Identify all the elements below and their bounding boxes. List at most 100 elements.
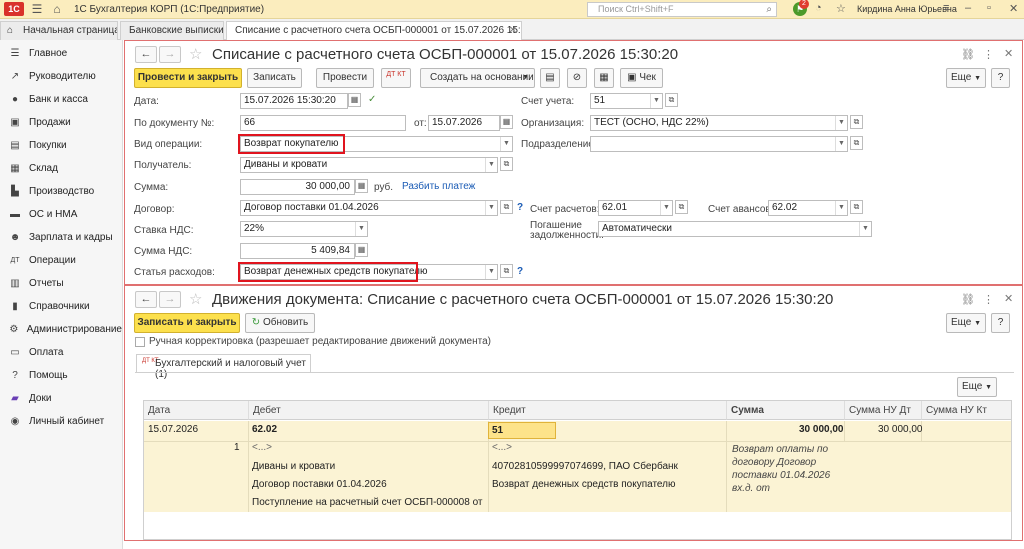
calculator-icon[interactable]: ▦ <box>355 243 368 257</box>
forward-button[interactable]: → <box>159 46 181 63</box>
open-icon[interactable]: ⧉ <box>665 93 678 107</box>
manual-correction-checkbox[interactable] <box>135 337 145 347</box>
sidebar-item-main[interactable]: ☰ Главное <box>0 42 122 65</box>
contract-select[interactable]: Договор поставки 01.04.2026 ▼ <box>240 200 498 216</box>
vat-sum-input[interactable]: 5 409,84 <box>240 243 355 259</box>
open-icon[interactable]: ⧉ <box>675 200 688 214</box>
open-icon[interactable]: ⧉ <box>850 200 863 214</box>
settings-menu-icon[interactable]: ≡ <box>943 2 949 14</box>
sidebar-item-help[interactable]: ? Помощь <box>0 364 122 387</box>
amount-input[interactable]: 30 000,00 <box>240 179 355 195</box>
column-header-date[interactable]: Дата <box>144 401 248 420</box>
calculator-icon[interactable]: ▦ <box>355 179 368 193</box>
open-icon[interactable]: ⧉ <box>500 264 513 278</box>
link-icon[interactable]: ⛓ <box>961 293 975 306</box>
cell-credit-selected[interactable]: 51 <box>488 422 556 439</box>
favorite-star-icon[interactable]: ☆ <box>189 45 202 63</box>
receipt-button[interactable]: ▣ Чек <box>620 68 663 88</box>
calendar-icon[interactable]: ▦ <box>348 93 361 107</box>
search-icon[interactable]: ⌕ <box>766 3 772 16</box>
user-name[interactable]: Кирдина Анна Юрьевна <box>857 4 957 14</box>
chevron-down-icon[interactable]: ▼ <box>485 265 497 279</box>
chevron-down-icon[interactable]: ▼ <box>835 201 847 215</box>
close-icon[interactable]: ✕ <box>1004 292 1013 305</box>
sidebar-item-salary[interactable]: ☻ Зарплата и кадры <box>0 226 122 249</box>
help-icon[interactable]: ? <box>517 202 523 213</box>
vat-rate-select[interactable]: 22% ▼ <box>240 221 368 237</box>
chevron-down-icon[interactable]: ▼ <box>355 222 367 236</box>
close-icon[interactable]: ✕ <box>1009 2 1018 15</box>
sidebar-item-account[interactable]: ◉ Личный кабинет <box>0 410 122 433</box>
sidebar-item-admin[interactable]: ⚙ Администрирование <box>0 318 122 341</box>
from-date-input[interactable]: 15.07.2026 <box>428 115 500 131</box>
post-button[interactable]: Провести <box>316 68 374 88</box>
maximize-icon[interactable]: ▫ <box>987 2 991 14</box>
open-icon[interactable]: ⧉ <box>500 200 513 214</box>
settlement-account-select[interactable]: 62.01 ▼ <box>598 200 673 216</box>
sidebar-item-production[interactable]: ▙ Производство <box>0 180 122 203</box>
sidebar-item-manager[interactable]: ↗ Руководителю <box>0 65 122 88</box>
more-vertical-icon[interactable]: ⋮ <box>983 293 994 306</box>
open-icon[interactable]: ⧉ <box>500 157 513 171</box>
table-more-button[interactable]: Еще ▼ <box>957 377 997 397</box>
column-header-sum[interactable]: Сумма <box>726 401 844 420</box>
print-doc-icon[interactable]: ▦ <box>594 68 614 88</box>
favorite-star-icon[interactable]: ☆ <box>189 290 202 308</box>
doc-number-input[interactable]: 66 <box>240 115 406 131</box>
column-header-sum-nu-dt[interactable]: Сумма НУ Дт <box>844 401 921 420</box>
refresh-button[interactable]: ↻ Обновить <box>245 313 315 333</box>
sidebar-item-references[interactable]: ▮ Справочники <box>0 295 122 318</box>
chevron-down-icon[interactable]: ▼ <box>650 94 662 108</box>
chevron-down-icon[interactable]: ▼ <box>835 116 847 130</box>
help-icon[interactable]: ? <box>517 266 523 277</box>
tab-home[interactable]: ⌂ Начальная страница <box>0 21 118 40</box>
structure-icon[interactable]: ▤ <box>540 68 560 88</box>
attachment-icon[interactable]: ⊘ <box>567 68 587 88</box>
close-icon[interactable]: ✕ <box>509 22 517 40</box>
help-button[interactable]: ? <box>991 68 1010 88</box>
global-search-input[interactable]: Поиск Ctrl+Shift+F ⌕ <box>587 2 777 17</box>
recipient-select[interactable]: Диваны и кровати ▼ <box>240 157 498 173</box>
sidebar-item-docs[interactable]: ▰ Доки <box>0 387 122 410</box>
back-button[interactable]: ← <box>135 291 157 308</box>
column-header-credit[interactable]: Кредит <box>488 401 726 420</box>
chevron-down-icon[interactable]: ▼ <box>500 137 512 151</box>
post-and-close-button[interactable]: Провести и закрыть <box>134 68 242 88</box>
forward-button[interactable]: → <box>159 291 181 308</box>
chevron-down-icon[interactable]: ▼ <box>485 158 497 172</box>
back-button[interactable]: ← <box>135 46 157 63</box>
open-icon[interactable]: ⧉ <box>850 115 863 129</box>
save-and-close-button[interactable]: Записать и закрыть <box>134 313 240 333</box>
sidebar-item-payment[interactable]: ▭ Оплата <box>0 341 122 364</box>
tab-accounting[interactable]: ДТ КТ Бухгалтерский и налоговый учет (1) <box>136 354 311 380</box>
chevron-down-icon[interactable]: ▼ <box>660 201 672 215</box>
tab-bank-statements[interactable]: Банковские выписки <box>120 21 224 40</box>
more-vertical-icon[interactable]: ⋮ <box>983 48 994 61</box>
department-select[interactable]: ▼ <box>590 136 848 152</box>
organization-select[interactable]: ТЕСТ (ОСНО, НДС 22%) ▼ <box>590 115 848 131</box>
open-icon[interactable]: ⧉ <box>850 136 863 150</box>
home-icon[interactable]: ⌂ <box>50 2 64 16</box>
more-button[interactable]: Еще ▼ <box>946 68 986 88</box>
debt-repayment-select[interactable]: Автоматически ▼ <box>598 221 872 237</box>
date-input[interactable]: 15.07.2026 15:30:20 <box>240 93 348 109</box>
split-payment-link[interactable]: Разбить платеж <box>402 181 475 192</box>
sidebar-item-purchases[interactable]: ▤ Покупки <box>0 134 122 157</box>
sidebar-item-sales[interactable]: ▣ Продажи <box>0 111 122 134</box>
sidebar-item-reports[interactable]: ▥ Отчеты <box>0 272 122 295</box>
column-header-debit[interactable]: Дебет <box>248 401 488 420</box>
table-row[interactable]: 15.07.2026 1 62.02 51 30 000,00 30 000,0… <box>144 421 1011 512</box>
tab-document[interactable]: Списание с расчетного счета ОСБП-000001 … <box>226 21 522 40</box>
link-icon[interactable]: ⛓ <box>961 48 975 61</box>
menu-icon[interactable]: ☰ <box>30 2 44 16</box>
help-button[interactable]: ? <box>991 313 1010 333</box>
minimize-icon[interactable]: – <box>965 2 971 14</box>
create-based-on-button[interactable]: Создать на основании ▼ <box>420 68 535 88</box>
history-icon[interactable]: ◔ <box>815 2 822 14</box>
sidebar-item-warehouse[interactable]: ▦ Склад <box>0 157 122 180</box>
account-select[interactable]: 51 ▼ <box>590 93 663 109</box>
sidebar-item-assets[interactable]: ▬ ОС и НМА <box>0 203 122 226</box>
chevron-down-icon[interactable]: ▼ <box>835 137 847 151</box>
favorites-icon[interactable]: ☆ <box>836 2 846 15</box>
advance-account-select[interactable]: 62.02 ▼ <box>768 200 848 216</box>
